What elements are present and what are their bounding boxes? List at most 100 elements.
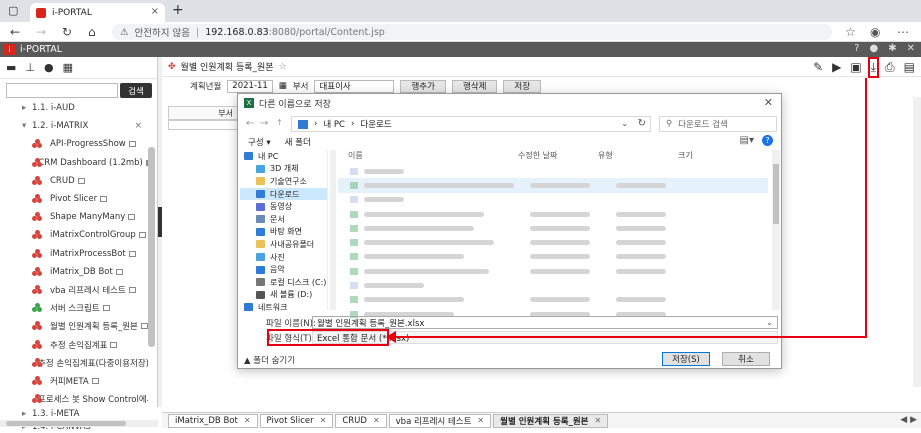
organize-button[interactable]: 구성 ▾ <box>248 136 271 148</box>
file-group-row[interactable] <box>338 278 768 292</box>
dialog-cancel-button[interactable]: 취소 <box>722 352 770 366</box>
nav-pane-item[interactable]: 음악 <box>240 263 327 276</box>
tree-item[interactable]: 서버 스크립트 <box>0 299 148 317</box>
tree-item[interactable]: Shape ManyMany <box>0 208 148 226</box>
close-tab-icon[interactable]: ✕ <box>244 416 251 425</box>
close-icon[interactable]: ✕ <box>907 43 915 54</box>
dialog-save-button[interactable]: 저장(S) <box>662 352 710 366</box>
url-field[interactable]: ⚠ 안전하지 않음 | 192.168.0.83 :8080/portal/Co… <box>112 24 832 40</box>
tree-group[interactable]: ▸ 1.3. i-META <box>0 407 158 420</box>
path-root[interactable]: 내 PC <box>323 118 345 130</box>
delete-row-button[interactable]: 행삭제 <box>451 79 498 93</box>
new-tab-button[interactable]: + <box>172 2 184 18</box>
file-row[interactable] <box>338 221 768 235</box>
back-icon[interactable]: ← <box>10 25 20 39</box>
close-tab-icon[interactable]: ✕ <box>477 416 484 425</box>
document-tab[interactable]: iMatrix_DB Bot ✕ <box>168 413 258 428</box>
back-icon[interactable]: ← <box>246 118 254 129</box>
file-row[interactable] <box>338 235 768 249</box>
reload-icon[interactable]: ↻ <box>62 25 72 39</box>
filename-input[interactable]: 월별 인원계획 등록_원본.xlsx ⌄ <box>312 316 778 329</box>
tree-item[interactable]: API-ProgressShow <box>0 135 148 153</box>
nav-pane-item[interactable]: 문서 <box>240 213 327 226</box>
new-folder-button[interactable]: 새 폴더 <box>285 136 311 148</box>
save-icon[interactable]: ▣ <box>850 60 861 75</box>
expand-toggle-icon[interactable]: ▸ <box>22 409 32 419</box>
nav-pane-item[interactable]: 내 PC <box>240 150 327 163</box>
menu-search-input[interactable] <box>6 83 118 98</box>
tree-item[interactable]: 커피META <box>0 372 148 390</box>
chevron-down-icon[interactable]: ⌄ <box>621 119 628 128</box>
org-tree-icon[interactable]: ⊥ <box>25 61 35 74</box>
nav-pane-item[interactable]: 네트워크 <box>240 301 327 314</box>
file-row[interactable] <box>338 293 768 307</box>
tree-item[interactable]: vba 리프레시 테스트 <box>0 281 148 299</box>
up-icon[interactable]: ↑ <box>276 118 283 127</box>
person-icon[interactable]: ● <box>44 61 54 74</box>
close-tab-icon[interactable]: × <box>151 6 159 17</box>
file-row[interactable] <box>338 250 768 264</box>
close-tab-icon[interactable]: ✕ <box>595 416 602 425</box>
document-tab[interactable]: 월별 인원계획 등록_원본 ✕ <box>493 413 609 428</box>
column-header[interactable]: 이름 <box>338 150 508 162</box>
tree-group[interactable]: ▸ 1.1. i-AUD <box>0 99 148 117</box>
tree-item[interactable]: iMatrixProcessBot <box>0 245 148 263</box>
forward-icon[interactable]: → <box>260 118 268 129</box>
close-icon[interactable]: × <box>134 121 142 131</box>
expand-toggle-icon[interactable]: ▾ <box>22 121 32 131</box>
scroll-thumb[interactable] <box>773 164 779 224</box>
dialog-close-icon[interactable]: ✕ <box>764 96 773 109</box>
dialog-path-field[interactable]: › 내 PC › 다운로드 ⌄ ↻ <box>291 116 651 132</box>
column-header[interactable]: 유형 <box>588 150 668 162</box>
favorite-star-icon[interactable]: ☆ <box>279 62 287 72</box>
window-menu-icon[interactable]: ▢ <box>8 4 18 17</box>
help-icon[interactable]: ? <box>762 135 773 146</box>
hide-folders-toggle[interactable]: ▲ 폴더 숨기기 <box>244 354 295 366</box>
nav-pane-item[interactable]: 사진 <box>240 251 327 264</box>
period-input[interactable]: 2021-11 <box>227 79 273 93</box>
tree-item[interactable]: 추정 손익집계표(다중이용저장) <box>0 354 148 372</box>
user-icon[interactable]: ● <box>869 43 878 54</box>
nav-pane-item[interactable]: 기술연구소 <box>240 175 327 188</box>
file-group-row[interactable] <box>338 164 768 178</box>
expand-toggle-icon[interactable]: ▸ <box>22 103 32 113</box>
nav-pane-item[interactable]: 동영상 <box>240 200 327 213</box>
nav-pane-item[interactable]: 사내공유폴더 <box>240 238 327 251</box>
tree-item[interactable]: 추정 손익집계표 <box>0 335 148 353</box>
column-header[interactable]: 수정한 날짜 <box>508 150 588 162</box>
folder-icon[interactable]: ▬ <box>6 61 16 74</box>
refresh-icon[interactable]: ↻ <box>638 118 646 129</box>
tree-item[interactable]: Pivot Slicer <box>0 190 148 208</box>
edit-icon[interactable]: ✎ <box>813 60 823 75</box>
search-button[interactable]: 검색 <box>120 83 152 98</box>
add-row-button[interactable]: 행추가 <box>400 79 446 93</box>
close-tab-icon[interactable]: ✕ <box>373 416 380 425</box>
file-row[interactable] <box>338 178 768 193</box>
profile-icon[interactable]: ◉ <box>870 25 880 39</box>
browser-tab[interactable]: i-PORTAL × <box>30 3 165 22</box>
path-leaf[interactable]: 다운로드 <box>360 118 391 130</box>
nav-pane-scrollbar[interactable] <box>330 150 336 310</box>
file-row[interactable] <box>338 207 768 221</box>
file-list-scrollbar[interactable] <box>772 150 780 310</box>
home-icon[interactable]: ⌂ <box>88 25 96 39</box>
favorites-icon[interactable]: ☆ <box>845 25 856 39</box>
view-options-icon[interactable]: ▤▾ <box>740 135 754 146</box>
excel-export-icon[interactable]: ▤ <box>904 60 915 75</box>
file-group-row[interactable] <box>338 193 768 207</box>
tree-item[interactable]: iMatrix_DB Bot <box>0 263 148 281</box>
save-button[interactable]: 저장 <box>503 79 542 93</box>
tree-item[interactable]: iMatrixControlGroup <box>0 226 148 244</box>
document-tab[interactable]: vba 리프레시 테스트 ✕ <box>388 413 492 428</box>
tree-item[interactable]: 월별 인원계획 등록_원본 <box>0 317 148 335</box>
run-icon[interactable]: ▶ <box>832 60 841 75</box>
grid-header-dept[interactable]: 부서 <box>168 106 238 120</box>
nav-pane-item[interactable]: 3D 개체 <box>240 163 327 176</box>
content-scrollbar[interactable] <box>913 97 921 387</box>
dialog-search-field[interactable]: ⚲ 다운로드 검색 <box>659 116 777 132</box>
left-horizontal-scrollbar[interactable] <box>0 420 158 427</box>
nav-pane-item[interactable]: 로컬 디스크 (C:) <box>240 276 327 289</box>
nav-pane-item[interactable]: 바탕 화면 <box>240 226 327 239</box>
forward-icon[interactable]: → <box>36 25 46 39</box>
file-row[interactable] <box>338 264 768 278</box>
